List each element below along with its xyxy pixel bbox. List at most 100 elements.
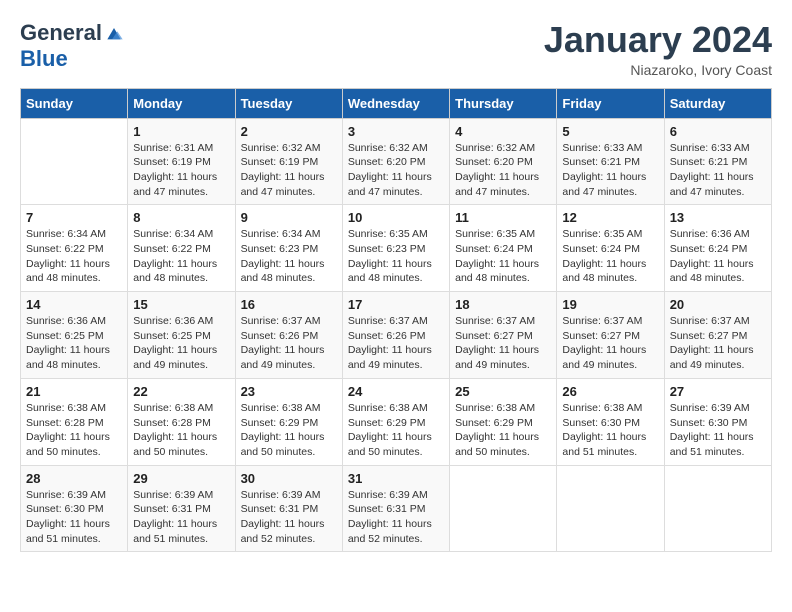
location-subtitle: Niazaroko, Ivory Coast bbox=[544, 62, 772, 78]
day-info: Sunrise: 6:39 AM Sunset: 6:31 PM Dayligh… bbox=[133, 488, 229, 547]
calendar-day-header: Monday bbox=[128, 88, 235, 118]
day-number: 18 bbox=[455, 297, 551, 312]
logo-icon bbox=[104, 23, 124, 43]
day-number: 13 bbox=[670, 210, 766, 225]
calendar-cell: 24 Sunrise: 6:38 AM Sunset: 6:29 PM Dayli… bbox=[342, 378, 449, 465]
calendar-cell: 15 Sunrise: 6:36 AM Sunset: 6:25 PM Dayli… bbox=[128, 292, 235, 379]
calendar-week-row: 21 Sunrise: 6:38 AM Sunset: 6:28 PM Dayli… bbox=[21, 378, 772, 465]
calendar-week-row: 1 Sunrise: 6:31 AM Sunset: 6:19 PM Daylig… bbox=[21, 118, 772, 205]
day-info: Sunrise: 6:35 AM Sunset: 6:24 PM Dayligh… bbox=[562, 227, 658, 286]
calendar-cell: 2 Sunrise: 6:32 AM Sunset: 6:19 PM Daylig… bbox=[235, 118, 342, 205]
day-info: Sunrise: 6:37 AM Sunset: 6:26 PM Dayligh… bbox=[241, 314, 337, 373]
calendar-cell: 11 Sunrise: 6:35 AM Sunset: 6:24 PM Dayli… bbox=[450, 205, 557, 292]
calendar-cell bbox=[664, 465, 771, 552]
day-number: 31 bbox=[348, 471, 444, 486]
day-info: Sunrise: 6:32 AM Sunset: 6:19 PM Dayligh… bbox=[241, 141, 337, 200]
day-number: 25 bbox=[455, 384, 551, 399]
calendar-day-header: Friday bbox=[557, 88, 664, 118]
day-number: 27 bbox=[670, 384, 766, 399]
day-info: Sunrise: 6:36 AM Sunset: 6:24 PM Dayligh… bbox=[670, 227, 766, 286]
day-number: 17 bbox=[348, 297, 444, 312]
calendar-week-row: 28 Sunrise: 6:39 AM Sunset: 6:30 PM Dayli… bbox=[21, 465, 772, 552]
calendar-cell bbox=[21, 118, 128, 205]
day-number: 2 bbox=[241, 124, 337, 139]
calendar-week-row: 14 Sunrise: 6:36 AM Sunset: 6:25 PM Dayli… bbox=[21, 292, 772, 379]
day-number: 8 bbox=[133, 210, 229, 225]
calendar-cell: 8 Sunrise: 6:34 AM Sunset: 6:22 PM Daylig… bbox=[128, 205, 235, 292]
day-info: Sunrise: 6:33 AM Sunset: 6:21 PM Dayligh… bbox=[670, 141, 766, 200]
calendar-cell: 13 Sunrise: 6:36 AM Sunset: 6:24 PM Dayli… bbox=[664, 205, 771, 292]
calendar-day-header: Tuesday bbox=[235, 88, 342, 118]
day-number: 20 bbox=[670, 297, 766, 312]
calendar-cell: 14Sunrise: 6:36 AM Sunset: 6:25 PM Dayli… bbox=[21, 292, 128, 379]
day-info: Sunrise: 6:39 AM Sunset: 6:30 PM Dayligh… bbox=[670, 401, 766, 460]
day-number: 15 bbox=[133, 297, 229, 312]
day-info: Sunrise: 6:33 AM Sunset: 6:21 PM Dayligh… bbox=[562, 141, 658, 200]
day-number: 26 bbox=[562, 384, 658, 399]
calendar-day-header: Sunday bbox=[21, 88, 128, 118]
day-number: 29 bbox=[133, 471, 229, 486]
day-info: Sunrise: 6:38 AM Sunset: 6:29 PM Dayligh… bbox=[348, 401, 444, 460]
calendar-cell: 7Sunrise: 6:34 AM Sunset: 6:22 PM Daylig… bbox=[21, 205, 128, 292]
day-info: Sunrise: 6:39 AM Sunset: 6:31 PM Dayligh… bbox=[241, 488, 337, 547]
day-number: 3 bbox=[348, 124, 444, 139]
day-number: 12 bbox=[562, 210, 658, 225]
day-info: Sunrise: 6:31 AM Sunset: 6:19 PM Dayligh… bbox=[133, 141, 229, 200]
day-number: 10 bbox=[348, 210, 444, 225]
calendar-cell: 22 Sunrise: 6:38 AM Sunset: 6:28 PM Dayli… bbox=[128, 378, 235, 465]
calendar-cell: 29 Sunrise: 6:39 AM Sunset: 6:31 PM Dayli… bbox=[128, 465, 235, 552]
calendar-cell: 5 Sunrise: 6:33 AM Sunset: 6:21 PM Daylig… bbox=[557, 118, 664, 205]
day-info: Sunrise: 6:39 AM Sunset: 6:31 PM Dayligh… bbox=[348, 488, 444, 547]
day-number: 24 bbox=[348, 384, 444, 399]
day-info: Sunrise: 6:37 AM Sunset: 6:27 PM Dayligh… bbox=[562, 314, 658, 373]
day-info: Sunrise: 6:37 AM Sunset: 6:27 PM Dayligh… bbox=[670, 314, 766, 373]
calendar-day-header: Wednesday bbox=[342, 88, 449, 118]
calendar-cell: 28 Sunrise: 6:39 AM Sunset: 6:30 PM Dayli… bbox=[21, 465, 128, 552]
day-info: Sunrise: 6:39 AM Sunset: 6:30 PM Dayligh… bbox=[26, 488, 122, 547]
month-title: January 2024 bbox=[544, 20, 772, 60]
calendar-cell: 12 Sunrise: 6:35 AM Sunset: 6:24 PM Dayli… bbox=[557, 205, 664, 292]
calendar-day-header: Thursday bbox=[450, 88, 557, 118]
day-number: 16 bbox=[241, 297, 337, 312]
day-number: 1 bbox=[133, 124, 229, 139]
logo: General Blue bbox=[20, 20, 124, 72]
day-number: 22 bbox=[133, 384, 229, 399]
day-info: Sunrise: 6:38 AM Sunset: 6:29 PM Dayligh… bbox=[241, 401, 337, 460]
day-info: Sunrise: 6:32 AM Sunset: 6:20 PM Dayligh… bbox=[348, 141, 444, 200]
calendar-cell: 20 Sunrise: 6:37 AM Sunset: 6:27 PM Dayli… bbox=[664, 292, 771, 379]
day-info: Sunrise: 6:36 AM Sunset: 6:25 PM Dayligh… bbox=[133, 314, 229, 373]
day-number: 5 bbox=[562, 124, 658, 139]
logo-general-text: General bbox=[20, 20, 102, 46]
calendar-cell: 31 Sunrise: 6:39 AM Sunset: 6:31 PM Dayli… bbox=[342, 465, 449, 552]
calendar-cell: 18Sunrise: 6:37 AM Sunset: 6:27 PM Dayli… bbox=[450, 292, 557, 379]
logo-blue-text: Blue bbox=[20, 46, 68, 72]
day-number: 28 bbox=[26, 471, 122, 486]
calendar-cell: 10 Sunrise: 6:35 AM Sunset: 6:23 PM Dayli… bbox=[342, 205, 449, 292]
day-number: 30 bbox=[241, 471, 337, 486]
calendar-cell bbox=[557, 465, 664, 552]
calendar-cell: 4Sunrise: 6:32 AM Sunset: 6:20 PM Daylig… bbox=[450, 118, 557, 205]
calendar-cell: 16 Sunrise: 6:37 AM Sunset: 6:26 PM Dayli… bbox=[235, 292, 342, 379]
title-section: January 2024 Niazaroko, Ivory Coast bbox=[544, 20, 772, 78]
day-number: 11 bbox=[455, 210, 551, 225]
calendar-cell: 26 Sunrise: 6:38 AM Sunset: 6:30 PM Dayli… bbox=[557, 378, 664, 465]
day-info: Sunrise: 6:35 AM Sunset: 6:23 PM Dayligh… bbox=[348, 227, 444, 286]
day-number: 7 bbox=[26, 210, 122, 225]
day-info: Sunrise: 6:32 AM Sunset: 6:20 PM Dayligh… bbox=[455, 141, 551, 200]
calendar-cell: 30 Sunrise: 6:39 AM Sunset: 6:31 PM Dayli… bbox=[235, 465, 342, 552]
calendar-cell: 23 Sunrise: 6:38 AM Sunset: 6:29 PM Dayli… bbox=[235, 378, 342, 465]
calendar-cell: 25Sunrise: 6:38 AM Sunset: 6:29 PM Dayli… bbox=[450, 378, 557, 465]
calendar-header-row: SundayMondayTuesdayWednesdayThursdayFrid… bbox=[21, 88, 772, 118]
calendar-cell: 21Sunrise: 6:38 AM Sunset: 6:28 PM Dayli… bbox=[21, 378, 128, 465]
day-number: 21 bbox=[26, 384, 122, 399]
day-number: 6 bbox=[670, 124, 766, 139]
day-info: Sunrise: 6:34 AM Sunset: 6:22 PM Dayligh… bbox=[133, 227, 229, 286]
day-number: 14 bbox=[26, 297, 122, 312]
day-info: Sunrise: 6:35 AM Sunset: 6:24 PM Dayligh… bbox=[455, 227, 551, 286]
day-number: 23 bbox=[241, 384, 337, 399]
day-info: Sunrise: 6:38 AM Sunset: 6:28 PM Dayligh… bbox=[133, 401, 229, 460]
calendar-cell: 27 Sunrise: 6:39 AM Sunset: 6:30 PM Dayli… bbox=[664, 378, 771, 465]
page-header: General Blue January 2024 Niazaroko, Ivo… bbox=[20, 20, 772, 78]
day-info: Sunrise: 6:38 AM Sunset: 6:30 PM Dayligh… bbox=[562, 401, 658, 460]
calendar-cell: 6 Sunrise: 6:33 AM Sunset: 6:21 PM Daylig… bbox=[664, 118, 771, 205]
